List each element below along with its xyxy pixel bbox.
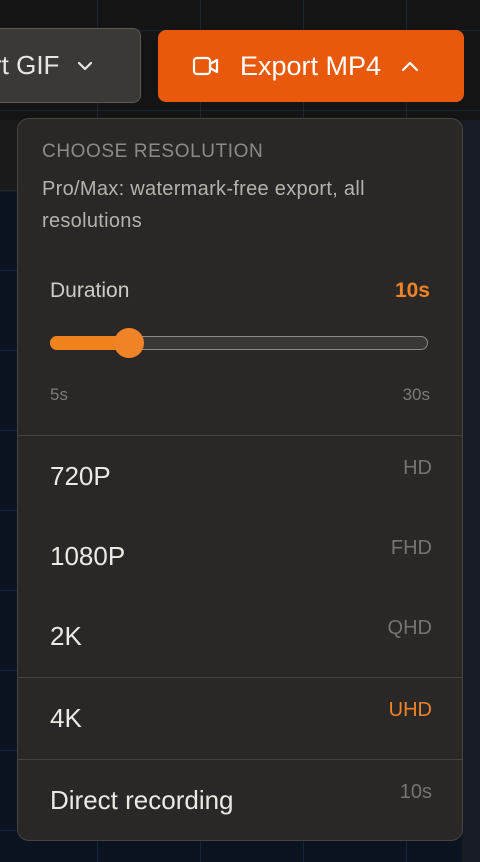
export-mp4-label: Export MP4 <box>240 50 382 81</box>
dropdown-description: Pro/Max: watermark-free export, all reso… <box>42 178 365 232</box>
option-name: 720P <box>50 461 111 491</box>
slider-thumb[interactable] <box>114 328 144 358</box>
divider <box>18 759 462 760</box>
option-tag: UHD <box>388 699 432 721</box>
chevron-down-icon <box>77 61 93 71</box>
resolution-option-1080p[interactable]: 1080P FHD <box>18 517 462 597</box>
option-name: 1080P <box>50 541 126 571</box>
option-tag: QHD <box>387 617 432 639</box>
resolution-option-2k[interactable]: 2K QHD <box>18 597 462 677</box>
canvas-edge <box>462 120 480 862</box>
duration-value: 10s <box>394 279 430 302</box>
resolution-option-720p[interactable]: 720P HD <box>18 437 462 517</box>
slider-max-label: 30s <box>402 385 430 404</box>
option-tag: 10s <box>399 781 432 803</box>
resolution-option-4k[interactable]: 4K UHD <box>18 679 462 759</box>
slider-min-label: 5s <box>50 385 68 404</box>
option-name: 4K <box>50 703 82 733</box>
dropdown-heading: CHOOSE RESOLUTION <box>42 141 264 162</box>
duration-label: Duration <box>50 279 130 302</box>
divider <box>18 677 462 678</box>
option-tag: HD <box>403 457 432 479</box>
export-gif-button[interactable]: rt GIF <box>0 28 141 103</box>
app-screen: rt GIF Export MP4 CHOOSE RESOLUTION Pro/… <box>0 0 480 862</box>
export-mp4-button[interactable]: Export MP4 <box>158 30 464 102</box>
chevron-up-icon <box>401 60 419 72</box>
option-name: Direct recording <box>50 785 234 815</box>
divider <box>18 435 462 436</box>
resolution-dropdown: CHOOSE RESOLUTION Pro/Max: watermark-fre… <box>17 118 463 841</box>
video-camera-icon <box>192 55 220 77</box>
direct-recording-option[interactable]: Direct recording 10s <box>18 761 462 840</box>
export-gif-label: rt GIF <box>0 50 60 80</box>
option-tag: FHD <box>390 537 432 559</box>
option-name: 2K <box>50 621 82 651</box>
duration-slider[interactable] <box>50 328 430 358</box>
